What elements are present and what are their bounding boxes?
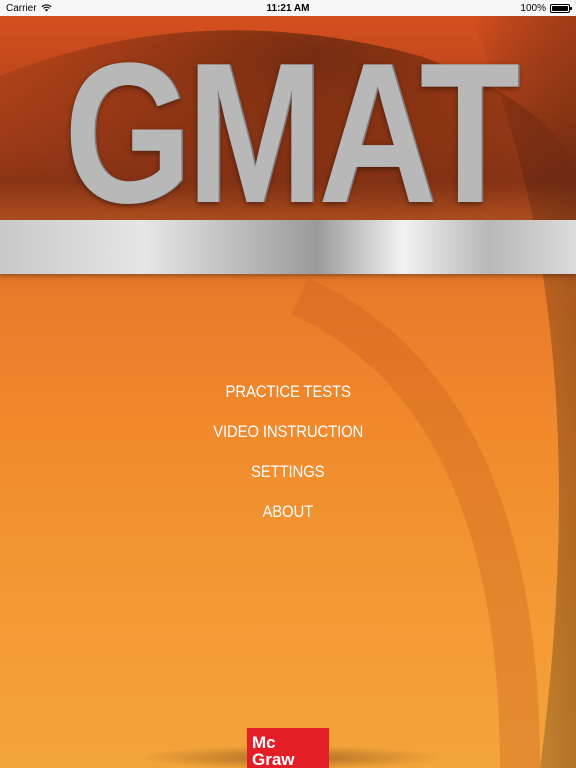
wifi-icon <box>41 4 52 12</box>
battery-icon <box>550 3 572 13</box>
status-right: 100% <box>520 2 572 14</box>
menu-item-about[interactable]: ABOUT <box>263 495 314 535</box>
carrier-label: Carrier <box>6 2 37 14</box>
menu-item-settings[interactable]: SETTINGS <box>251 455 325 495</box>
logo-line1: Mc <box>252 733 276 752</box>
battery-percent: 100% <box>520 2 546 14</box>
status-bar: Carrier 11:21 AM 100% <box>0 0 576 16</box>
menu-item-practice-tests[interactable]: PRACTICE TESTS <box>225 375 350 415</box>
status-time: 11:21 AM <box>266 2 310 14</box>
app-title: GMAT <box>64 22 520 245</box>
logo-line2: Graw <box>252 750 295 768</box>
main-menu: PRACTICE TESTS VIDEO INSTRUCTION SETTING… <box>0 375 576 535</box>
menu-item-video-instruction[interactable]: VIDEO INSTRUCTION <box>213 415 363 455</box>
status-left: Carrier <box>6 3 52 14</box>
publisher-logo: Mc Graw <box>247 728 329 768</box>
battery-fill <box>552 5 568 11</box>
